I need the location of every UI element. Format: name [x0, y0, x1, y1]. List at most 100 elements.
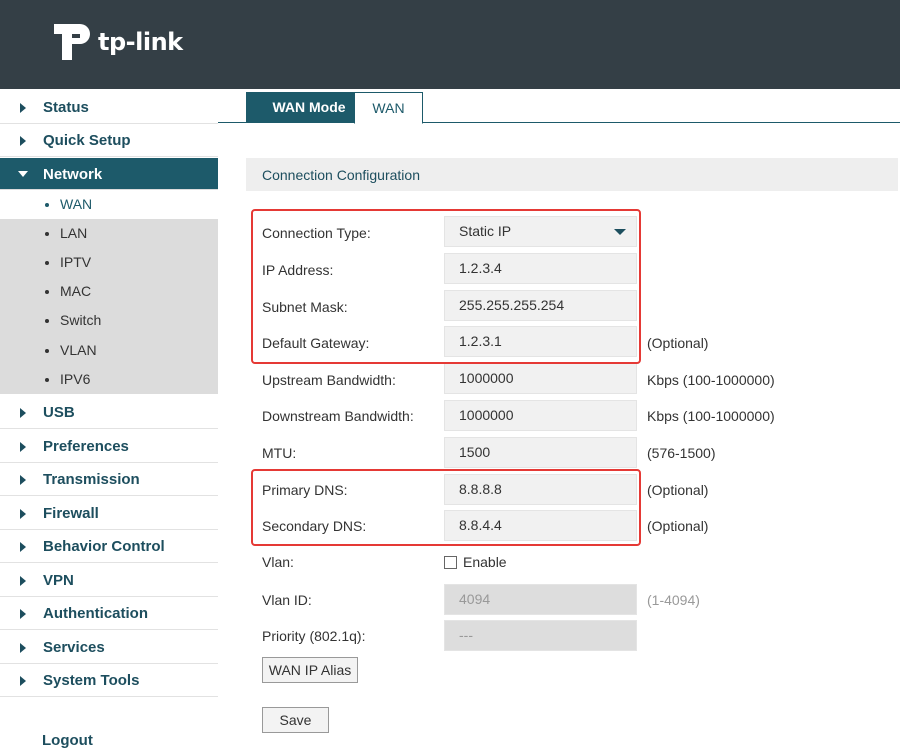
- default-gateway-label: Default Gateway:: [262, 335, 370, 351]
- sidebar-item-usb[interactable]: USB: [0, 396, 218, 429]
- submenu-item-label: VLAN: [60, 342, 97, 358]
- sidebar-item-services[interactable]: Services: [0, 631, 218, 664]
- ip-address-label: IP Address:: [262, 262, 334, 278]
- sidebar-item-label: Transmission: [43, 471, 140, 488]
- downstream-bandwidth-input[interactable]: 1000000: [444, 400, 637, 431]
- brand-logo: tp-link: [50, 20, 183, 64]
- sidebar-item-transmission[interactable]: Transmission: [0, 463, 218, 496]
- downstream-bandwidth-hint: Kbps (100-1000000): [647, 408, 775, 424]
- connection-type-label: Connection Type:: [262, 225, 371, 241]
- caret-right-icon: [20, 542, 26, 552]
- submenu-item-label: MAC: [60, 283, 92, 299]
- network-submenu: WAN LAN IPTV MAC Switch VLAN IPV6: [0, 189, 218, 394]
- secondary-dns-input[interactable]: 8.8.4.4: [444, 510, 637, 541]
- dropdown-arrow-icon: [614, 229, 626, 235]
- vlan-id-hint: (1-4094): [647, 592, 700, 608]
- sidebar-nav: Status Quick Setup Network WAN LAN IPTV …: [0, 89, 218, 756]
- caret-right-icon: [20, 408, 26, 418]
- subnet-mask-input[interactable]: 255.255.255.254: [444, 290, 637, 321]
- primary-dns-input[interactable]: 8.8.8.8: [444, 474, 637, 505]
- caret-right-icon: [20, 609, 26, 619]
- tab-bar: WAN Mode WAN: [218, 89, 900, 124]
- bullet-icon: [45, 290, 49, 294]
- connection-type-value: Static IP: [459, 223, 512, 239]
- sidebar-item-label: USB: [43, 404, 75, 421]
- caret-right-icon: [20, 103, 26, 113]
- sidebar-item-label: Status: [43, 99, 89, 116]
- sidebar-item-firewall[interactable]: Firewall: [0, 497, 218, 530]
- caret-right-icon: [20, 475, 26, 485]
- submenu-item-lan[interactable]: LAN: [0, 219, 218, 248]
- caret-right-icon: [20, 676, 26, 686]
- section-header: Connection Configuration: [246, 158, 898, 191]
- primary-dns-hint: (Optional): [647, 482, 709, 498]
- caret-right-icon: [20, 509, 26, 519]
- default-gateway-input[interactable]: 1.2.3.1: [444, 326, 637, 357]
- sidebar-item-label: Preferences: [43, 438, 129, 455]
- top-header: tp-link: [0, 0, 900, 89]
- sidebar-item-preferences[interactable]: Preferences: [0, 430, 218, 463]
- submenu-item-iptv[interactable]: IPTV: [0, 248, 218, 277]
- caret-right-icon: [20, 576, 26, 586]
- caret-right-icon: [20, 442, 26, 452]
- caret-down-icon: [18, 171, 28, 177]
- section-title: Connection Configuration: [262, 167, 420, 183]
- bullet-icon: [45, 378, 49, 382]
- submenu-item-label: LAN: [60, 225, 88, 241]
- brand-logo-text: tp-link: [98, 28, 183, 56]
- sidebar-item-label: VPN: [43, 572, 74, 589]
- sidebar-item-behavior-control[interactable]: Behavior Control: [0, 530, 218, 563]
- submenu-item-ipv6[interactable]: IPV6: [0, 365, 218, 394]
- sidebar-item-label: Authentication: [43, 605, 148, 622]
- submenu-item-label: WAN: [60, 196, 93, 212]
- submenu-item-mac[interactable]: MAC: [0, 277, 218, 306]
- logout-link[interactable]: Logout: [42, 732, 93, 749]
- upstream-bandwidth-input[interactable]: 1000000: [444, 363, 637, 394]
- secondary-dns-hint: (Optional): [647, 518, 709, 534]
- secondary-dns-label: Secondary DNS:: [262, 518, 367, 534]
- caret-right-icon: [20, 136, 26, 146]
- submenu-item-label: IPV6: [60, 371, 91, 387]
- sidebar-item-authentication[interactable]: Authentication: [0, 597, 218, 630]
- default-gateway-hint: (Optional): [647, 335, 709, 351]
- bullet-icon: [45, 232, 49, 236]
- mtu-label: MTU:: [262, 445, 297, 461]
- sidebar-item-label: Quick Setup: [43, 132, 131, 149]
- vlan-enable-checkbox[interactable]: [444, 556, 457, 569]
- sidebar-item-quick-setup[interactable]: Quick Setup: [0, 124, 218, 157]
- wan-ip-alias-button[interactable]: WAN IP Alias: [262, 657, 358, 683]
- sidebar-item-vpn[interactable]: VPN: [0, 564, 218, 597]
- sidebar-item-label: Firewall: [43, 505, 99, 522]
- sidebar-item-status[interactable]: Status: [0, 91, 218, 124]
- submenu-item-wan[interactable]: WAN: [0, 190, 218, 219]
- vlan-id-input: 4094: [444, 584, 637, 615]
- submenu-item-vlan[interactable]: VLAN: [0, 336, 218, 365]
- upstream-bandwidth-hint: Kbps (100-1000000): [647, 372, 775, 388]
- sidebar-item-system-tools[interactable]: System Tools: [0, 664, 218, 697]
- priority-input: ---: [444, 620, 637, 651]
- submenu-item-switch[interactable]: Switch: [0, 306, 218, 335]
- tplink-logo-icon: [50, 20, 94, 64]
- vlan-enable-label[interactable]: Enable: [463, 554, 507, 570]
- downstream-bandwidth-label: Downstream Bandwidth:: [262, 408, 414, 424]
- sidebar-item-label: System Tools: [43, 672, 140, 689]
- primary-dns-label: Primary DNS:: [262, 482, 348, 498]
- tab-wan[interactable]: WAN: [354, 92, 423, 124]
- subnet-mask-label: Subnet Mask:: [262, 299, 348, 315]
- bullet-icon: [45, 261, 49, 265]
- bullet-icon: [45, 319, 49, 323]
- vlan-id-label: Vlan ID:: [262, 592, 312, 608]
- submenu-item-label: Switch: [60, 312, 102, 328]
- ip-address-input[interactable]: 1.2.3.4: [444, 253, 637, 284]
- bullet-icon: [45, 203, 49, 207]
- connection-type-select[interactable]: Static IP: [444, 216, 637, 247]
- mtu-input[interactable]: 1500: [444, 437, 637, 468]
- sidebar-item-label: Network: [43, 166, 103, 183]
- save-button[interactable]: Save: [262, 707, 329, 733]
- sidebar-item-network[interactable]: Network: [0, 158, 218, 191]
- vlan-label: Vlan:: [262, 554, 294, 570]
- sidebar-item-label: Behavior Control: [43, 538, 165, 555]
- bullet-icon: [45, 349, 49, 353]
- sidebar-item-label: Services: [43, 639, 105, 656]
- priority-label: Priority (802.1q):: [262, 628, 366, 644]
